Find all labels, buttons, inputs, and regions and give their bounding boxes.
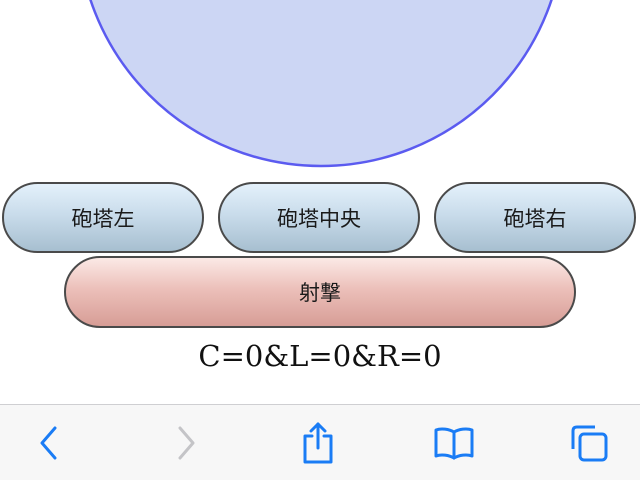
fire-label: 射撃 (299, 281, 341, 305)
back-button[interactable] (14, 405, 84, 480)
back-icon (40, 426, 57, 460)
tabs-icon (571, 425, 608, 462)
tabs-button[interactable] (554, 405, 624, 480)
share-button[interactable] (283, 405, 353, 480)
bookmarks-button[interactable] (419, 405, 489, 480)
radar-circle (89, 0, 553, 168)
turret-center-label: 砲塔中央 (277, 206, 361, 231)
turret-status-text: C=0&L=0&R=0 (198, 339, 442, 373)
fire-button[interactable]: 射撃 (64, 256, 576, 328)
turret-right-button[interactable]: 砲塔右 (434, 182, 636, 253)
turret-right-label: 砲塔右 (503, 206, 567, 231)
forward-button[interactable] (151, 405, 221, 480)
browser-toolbar (0, 404, 640, 480)
share-icon (303, 422, 333, 464)
bookmarks-icon (434, 427, 474, 460)
forward-icon (178, 426, 195, 460)
turret-left-label: 砲塔左 (71, 206, 135, 231)
turret-center-button[interactable]: 砲塔中央 (218, 182, 420, 253)
web-content: 砲塔左 砲塔中央 砲塔右 射撃 C=0&L=0&R=0 (0, 0, 640, 404)
turret-left-button[interactable]: 砲塔左 (2, 182, 204, 253)
